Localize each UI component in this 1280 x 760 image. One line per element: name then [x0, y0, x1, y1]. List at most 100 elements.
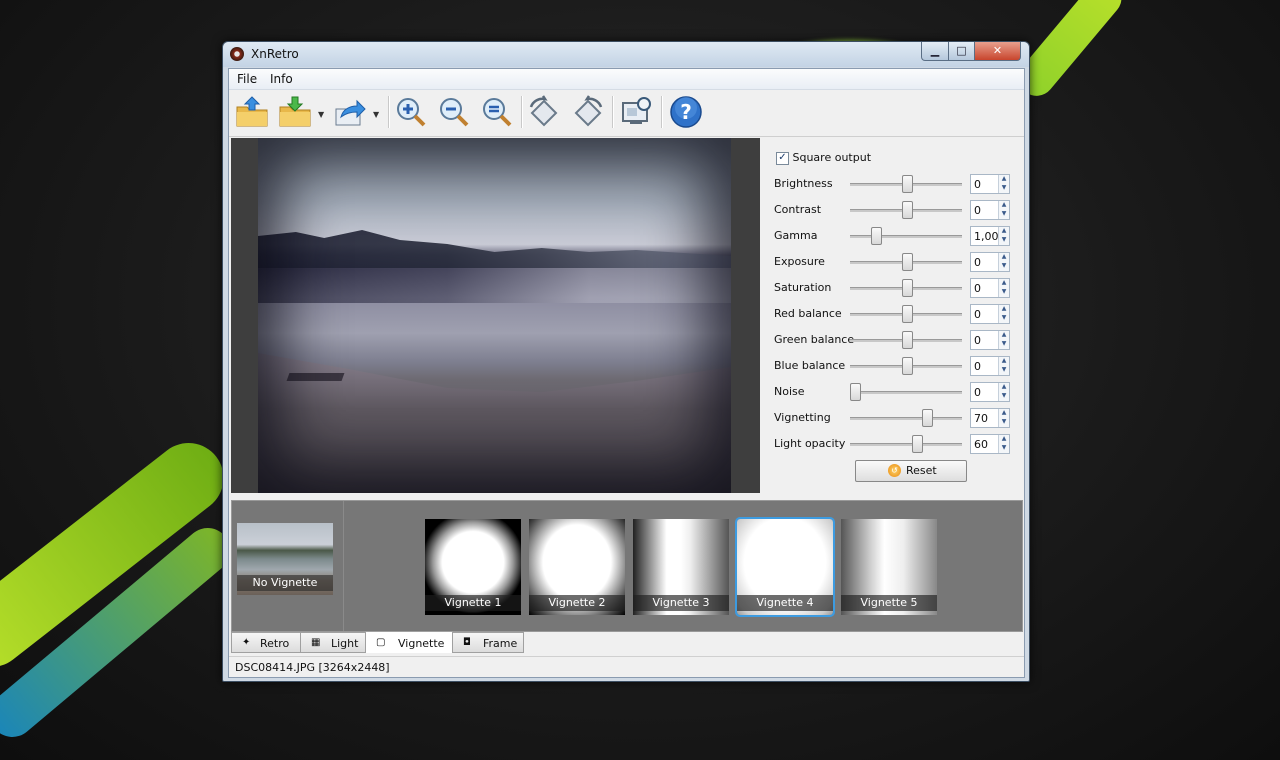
- effect-tabs: ✦ Retro ▦ Light ▢ Vignette ◘ Frame: [231, 631, 1021, 653]
- tab-retro[interactable]: ✦ Retro: [231, 632, 301, 653]
- slider-row-light-opacity: Light opacity 60 ▲ ▼: [774, 434, 1019, 454]
- spin-up-icon[interactable]: ▲: [998, 227, 1009, 236]
- spin-up-icon[interactable]: ▲: [998, 409, 1009, 418]
- spin-up-icon[interactable]: ▲: [998, 175, 1009, 184]
- value-spinbox[interactable]: 0 ▲ ▼: [970, 382, 1010, 402]
- spin-down-icon[interactable]: ▼: [998, 236, 1009, 245]
- slider-thumb[interactable]: [901, 331, 913, 349]
- slider-thumb[interactable]: [901, 279, 913, 297]
- preview-photo[interactable]: [258, 138, 731, 493]
- save-dropdown-arrow[interactable]: ▼: [318, 110, 326, 119]
- slider-track[interactable]: [850, 417, 962, 420]
- app-logo-icon: [230, 47, 244, 61]
- value-spinbox[interactable]: 0 ▲ ▼: [970, 330, 1010, 350]
- spin-up-icon[interactable]: ▲: [998, 253, 1009, 262]
- slider-track[interactable]: [850, 235, 962, 238]
- spin-down-icon[interactable]: ▼: [998, 340, 1009, 349]
- spin-up-icon[interactable]: ▲: [998, 357, 1009, 366]
- vignette-label: Vignette 1: [425, 595, 521, 611]
- spin-up-icon[interactable]: ▲: [998, 305, 1009, 314]
- menu-info[interactable]: Info: [270, 72, 293, 86]
- tab-frame[interactable]: ◘ Frame: [452, 632, 524, 653]
- spin-up-icon[interactable]: ▲: [998, 201, 1009, 210]
- rotate-right-button[interactable]: [571, 95, 605, 129]
- square-output-checkbox[interactable]: ✓: [776, 151, 789, 165]
- rotate-left-button[interactable]: [527, 95, 561, 129]
- reset-button[interactable]: ↺ Reset: [855, 460, 967, 482]
- zoom-in-button[interactable]: [394, 95, 428, 129]
- menu-file[interactable]: File: [237, 72, 257, 86]
- spin-down-icon[interactable]: ▼: [998, 288, 1009, 297]
- tab-light[interactable]: ▦ Light: [300, 632, 366, 653]
- open-folder-icon: [236, 96, 268, 127]
- vignette-thumb-3[interactable]: Vignette 3: [633, 519, 729, 615]
- slider-thumb[interactable]: [850, 383, 861, 401]
- slider-row-green-balance: Green balance 0 ▲ ▼: [774, 330, 1019, 350]
- vignette-thumb-1[interactable]: Vignette 1: [425, 519, 521, 615]
- value-spinbox[interactable]: 0 ▲ ▼: [970, 356, 1010, 376]
- minimize-button[interactable]: ▁: [921, 42, 949, 61]
- vignette-thumb-5[interactable]: Vignette 5: [841, 519, 937, 615]
- spin-down-icon[interactable]: ▼: [998, 418, 1009, 427]
- slider-thumb[interactable]: [870, 227, 882, 245]
- slider-thumb[interactable]: [901, 253, 913, 271]
- no-vignette-thumb[interactable]: No Vignette: [237, 523, 333, 595]
- slider-row-blue-balance: Blue balance 0 ▲ ▼: [774, 356, 1019, 376]
- open-button[interactable]: [235, 95, 269, 129]
- slider-thumb[interactable]: [911, 435, 923, 453]
- value-spinbox[interactable]: 0 ▲ ▼: [970, 278, 1010, 298]
- spin-down-icon[interactable]: ▼: [998, 184, 1009, 193]
- share-dropdown-arrow[interactable]: ▼: [373, 110, 381, 119]
- vignette-label: Vignette 3: [633, 595, 729, 611]
- slider-track[interactable]: [850, 443, 962, 446]
- slider-track[interactable]: [850, 391, 962, 394]
- slider-thumb[interactable]: [922, 409, 934, 427]
- value-text: 0: [974, 256, 981, 269]
- spin-up-icon[interactable]: ▲: [998, 331, 1009, 340]
- slider-label: Noise: [774, 385, 805, 398]
- tab-vignette[interactable]: ▢ Vignette: [365, 631, 453, 653]
- image-preview[interactable]: [231, 138, 760, 493]
- spin-up-icon[interactable]: ▲: [998, 279, 1009, 288]
- close-button[interactable]: ✕: [974, 42, 1021, 61]
- value-spinbox[interactable]: 1,00 ▲ ▼: [970, 226, 1010, 246]
- vignette-thumb-2[interactable]: Vignette 2: [529, 519, 625, 615]
- spin-down-icon[interactable]: ▼: [998, 210, 1009, 219]
- spin-down-icon[interactable]: ▼: [998, 444, 1009, 453]
- zoom-out-button[interactable]: [437, 95, 471, 129]
- maximize-button[interactable]: □: [948, 42, 975, 61]
- vignette-thumb-4-selected[interactable]: Vignette 4: [735, 517, 835, 617]
- help-button[interactable]: ?: [669, 95, 703, 129]
- spin-down-icon[interactable]: ▼: [998, 314, 1009, 323]
- wallpaper-icon: [622, 97, 651, 124]
- value-spinbox[interactable]: 0 ▲ ▼: [970, 174, 1010, 194]
- save-button[interactable]: [278, 95, 312, 129]
- toolbar: ▼ ▼ ?: [229, 90, 1024, 137]
- value-spinbox[interactable]: 70 ▲ ▼: [970, 408, 1010, 428]
- slider-thumb[interactable]: [901, 357, 913, 375]
- slider-thumb[interactable]: [901, 201, 913, 219]
- spin-down-icon[interactable]: ▼: [998, 366, 1009, 375]
- spin-down-icon[interactable]: ▼: [998, 392, 1009, 401]
- share-button[interactable]: [333, 95, 367, 129]
- status-text: DSC08414.JPG [3264x2448]: [235, 661, 390, 674]
- spin-down-icon[interactable]: ▼: [998, 262, 1009, 271]
- square-output-option[interactable]: ✓ Square output: [776, 151, 871, 165]
- value-spinbox[interactable]: 0 ▲ ▼: [970, 200, 1010, 220]
- spin-up-icon[interactable]: ▲: [998, 435, 1009, 444]
- reset-label: Reset: [906, 464, 937, 477]
- spin-up-icon[interactable]: ▲: [998, 383, 1009, 392]
- svg-text:?: ?: [680, 100, 692, 124]
- slider-thumb[interactable]: [901, 305, 913, 323]
- value-spinbox[interactable]: 0 ▲ ▼: [970, 304, 1010, 324]
- zoom-fit-button[interactable]: [480, 95, 514, 129]
- title-bar[interactable]: XnRetro ▁ □ ✕: [223, 42, 1029, 67]
- rotate-left-icon: [529, 95, 558, 127]
- adjustments-panel: ✓ Square output Brightness 0 ▲ ▼ Contrast 0 ▲ ▼…: [763, 138, 1024, 493]
- tab-label: Vignette: [398, 637, 445, 650]
- value-spinbox[interactable]: 60 ▲ ▼: [970, 434, 1010, 454]
- value-spinbox[interactable]: 0 ▲ ▼: [970, 252, 1010, 272]
- slider-label: Brightness: [774, 177, 833, 190]
- slider-thumb[interactable]: [901, 175, 913, 193]
- wallpaper-button[interactable]: [620, 95, 654, 129]
